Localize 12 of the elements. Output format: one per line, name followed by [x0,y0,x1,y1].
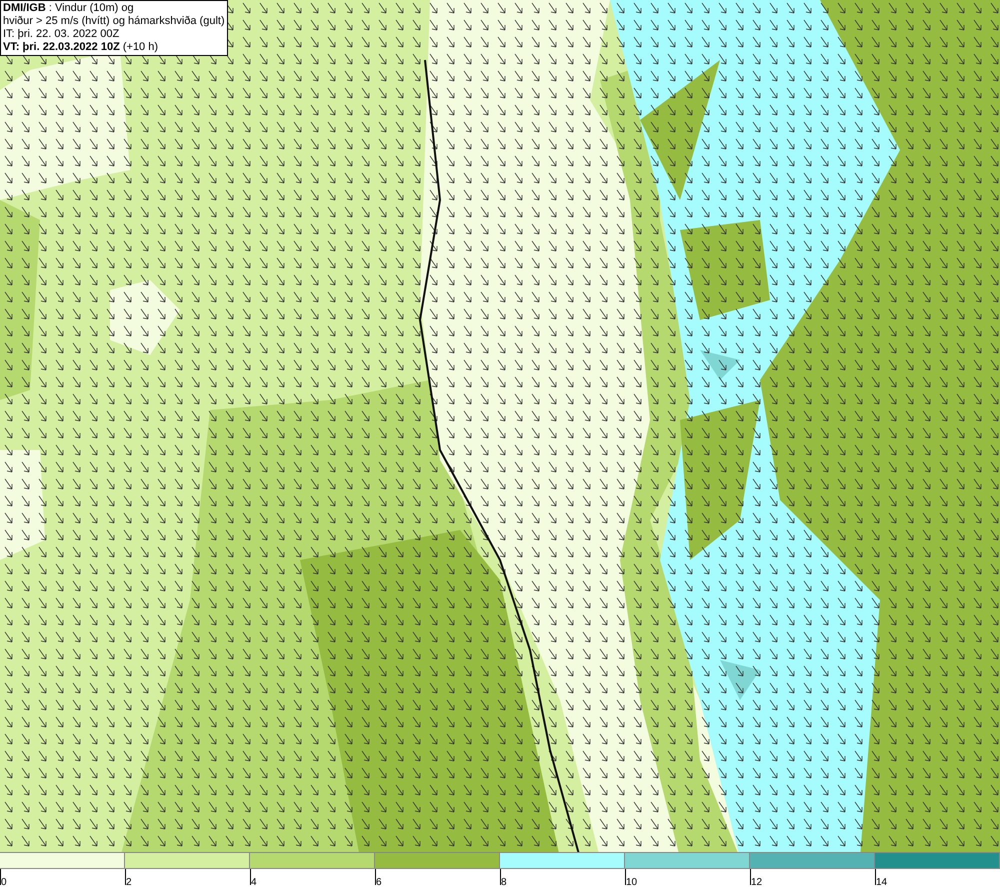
title-text: hviður > 25 m/s (hvítt) og hámarkshviða (gult) [3,15,225,28]
legend-label: 0 [1,877,7,887]
legend-label: 4 [251,877,257,887]
title-text: IT: þri. 22. 03. 2022 00Z [3,28,120,41]
title-text: VT: þri. 22.03.2022 10Z (+10 h) [3,41,160,54]
legend-label: 6 [376,877,382,887]
legend-label: 14 [876,877,888,887]
legend-label: 8 [501,877,507,887]
legend-label: 10 [626,877,638,887]
legend-label: 2 [126,877,132,887]
title-text: DMI/IGB : Vindur (10m) og [3,2,135,15]
legend-label: 12 [751,877,762,887]
